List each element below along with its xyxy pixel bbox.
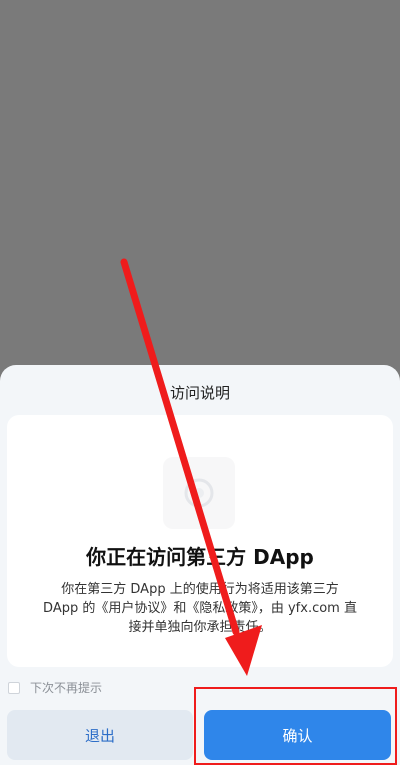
dont-show-again-row[interactable]: 下次不再提示	[8, 680, 102, 696]
screen: 访问说明 你正在访问第三方 DApp 你在第三方 DApp 上的使用行为将适用该…	[0, 0, 400, 765]
dapp-logo-icon-glyph	[184, 478, 214, 508]
confirm-button[interactable]: 确认	[204, 710, 391, 760]
visit-notice-sheet: 访问说明 你正在访问第三方 DApp 你在第三方 DApp 上的使用行为将适用该…	[0, 365, 400, 765]
dont-show-again-checkbox[interactable]	[8, 682, 20, 694]
dapp-info-card: 你正在访问第三方 DApp 你在第三方 DApp 上的使用行为将适用该第三方 D…	[7, 415, 393, 667]
dapp-heading: 你正在访问第三方 DApp	[86, 545, 314, 569]
dapp-disclaimer: 你在第三方 DApp 上的使用行为将适用该第三方 DApp 的《用户协议》和《隐…	[43, 582, 357, 635]
dapp-logo-icon	[163, 457, 235, 529]
exit-button[interactable]: 退出	[7, 710, 193, 760]
sheet-title: 访问说明	[169, 384, 230, 402]
dont-show-again-label: 下次不再提示	[30, 681, 103, 695]
